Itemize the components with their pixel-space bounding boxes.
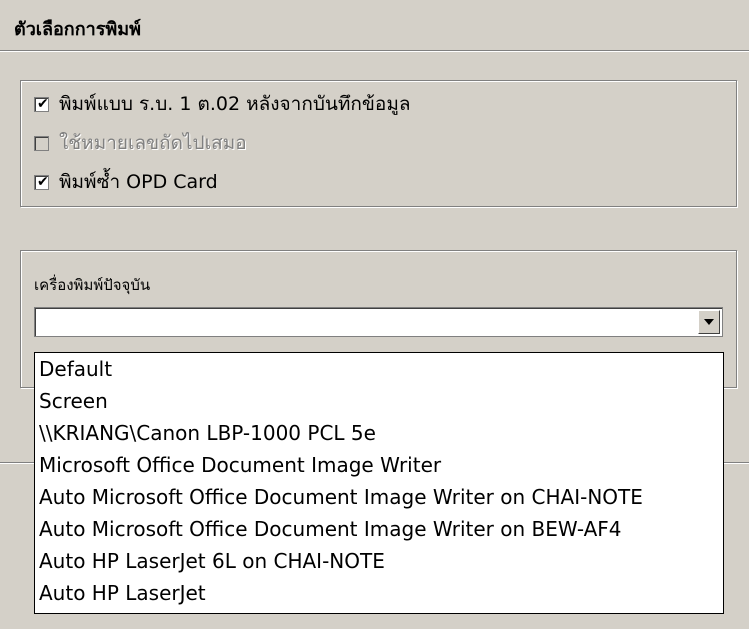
printer-select-button[interactable]: [698, 310, 720, 334]
printer-select[interactable]: [34, 307, 723, 337]
current-printer-label: เครื่องพิมพ์ปัจจุบัน: [34, 276, 151, 294]
panel-title: ตัวเลือกการพิมพ์: [14, 19, 141, 40]
reprint-opd-card-label: พิมพ์ซ้ำ OPD Card: [59, 171, 218, 193]
check-icon: ✔: [37, 95, 49, 112]
printer-option[interactable]: Screen: [35, 385, 723, 417]
use-next-number-label: ใช้หมายเลขถัดไปเสมอ: [59, 132, 247, 154]
printer-option[interactable]: \\KRIANG\Canon LBP-1000 PCL 5e: [35, 417, 723, 449]
dropdown-arrow-icon: [704, 319, 714, 325]
header-divider: [0, 51, 749, 52]
option-print-rb1[interactable]: ✔ พิมพ์แบบ ร.บ. 1 ต.02 หลังจากบันทึกข้อม…: [34, 93, 410, 115]
option-reprint-opd-card[interactable]: ✔ พิมพ์ซ้ำ OPD Card: [34, 171, 218, 193]
printer-dropdown-list[interactable]: Default Screen \\KRIANG\Canon LBP-1000 P…: [34, 352, 724, 614]
printer-option[interactable]: Auto HP LaserJet: [35, 577, 723, 609]
option-use-next-number: ใช้หมายเลขถัดไปเสมอ: [34, 132, 247, 154]
panel-header: ตัวเลือกการพิมพ์: [0, 0, 749, 51]
printer-option[interactable]: Auto HP LaserJet 6L on CHAI-NOTE: [35, 545, 723, 577]
use-next-number-checkbox: [34, 135, 49, 151]
printer-option[interactable]: Default: [35, 353, 723, 385]
print-rb1-checkbox[interactable]: ✔: [34, 95, 49, 112]
printer-option[interactable]: Microsoft Office Document Image Writer: [35, 449, 723, 481]
reprint-opd-card-checkbox[interactable]: ✔: [34, 173, 49, 190]
printer-option[interactable]: Auto Microsoft Office Document Image Wri…: [35, 513, 723, 545]
printer-option[interactable]: Auto Microsoft Office Document Image Wri…: [35, 481, 723, 513]
check-icon: ✔: [37, 173, 49, 190]
print-rb1-label: พิมพ์แบบ ร.บ. 1 ต.02 หลังจากบันทึกข้อมูล: [59, 93, 411, 115]
